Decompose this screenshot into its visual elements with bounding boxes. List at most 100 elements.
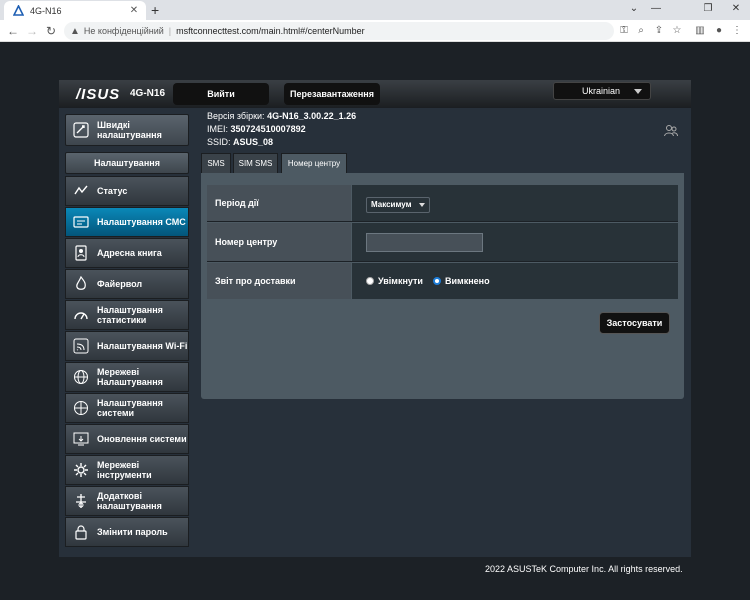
new-tab-button[interactable]: + — [151, 2, 159, 18]
profile-icon[interactable]: ● — [712, 24, 726, 38]
quick-setup-button[interactable]: Швидкі налаштування — [65, 114, 189, 146]
quick-setup-label: Швидкі налаштування — [97, 120, 162, 140]
tab-center-number[interactable]: Номер центру — [281, 153, 347, 173]
sidebar-item[interactable]: Адресна книга — [65, 238, 189, 268]
reload-icon[interactable]: ↻ — [43, 23, 59, 39]
maximize-icon[interactable]: ❐ — [698, 0, 718, 20]
period-label: Період дії — [207, 185, 351, 221]
sidebar-item[interactable]: Налаштування СМС — [65, 207, 189, 237]
sidepanel-icon[interactable]: ▥ — [693, 24, 707, 38]
device-info: Версія збірки: 4G-N16_3.00.22_1.26 IMEI:… — [207, 110, 356, 149]
sidebar-item-label: Мережеві Налаштування — [97, 367, 163, 387]
sidebar-item-label: Статус — [97, 186, 128, 196]
tab-favicon-icon — [12, 5, 24, 17]
ssid-value: ASUS_08 — [233, 137, 274, 147]
sidebar-item-label: Налаштування СМС — [97, 217, 186, 227]
report-off-radio[interactable]: Вимкнено — [433, 263, 490, 299]
firmware-label: Версія збірки: — [207, 111, 265, 121]
divider: | — [168, 26, 172, 36]
tab-sms[interactable]: SMS — [201, 153, 231, 173]
copyright-footer: 2022 ASUSTeK Computer Inc. All rights re… — [485, 564, 683, 574]
address-book-icon — [71, 243, 91, 263]
language-select[interactable]: Ukrainian — [553, 82, 651, 100]
settings-section-header: Налаштування — [65, 152, 189, 174]
sidebar-item-label: Налаштування Wi-Fi — [97, 341, 188, 351]
imei-value: 350724510007892 — [230, 124, 306, 134]
warning-icon[interactable]: ▲ — [70, 26, 80, 37]
zoom-icon[interactable]: ⌕ — [634, 24, 648, 38]
minimize-icon[interactable]: — — [646, 0, 666, 20]
router-page: /ISUS 4G-N16 Вийти Перезавантаження Ukra… — [0, 42, 750, 600]
sidebar-item-label: Налаштування системи — [97, 398, 163, 418]
report-on-radio[interactable]: Увімкнути — [366, 263, 423, 299]
statistics-icon — [71, 305, 91, 325]
update-icon — [71, 429, 91, 449]
sidebar-item[interactable]: Налаштування статистики — [65, 300, 189, 330]
sidebar-item-label: Додаткові налаштування — [97, 491, 162, 511]
report-off-label: Вимкнено — [445, 276, 490, 286]
center-number-input[interactable] — [366, 233, 483, 252]
dropdown-icon[interactable]: ⌄ — [624, 0, 644, 20]
period-select[interactable]: Максимум — [366, 197, 430, 213]
logout-button[interactable]: Вийти — [173, 83, 269, 105]
bookmark-star-icon[interactable]: ☆ — [670, 24, 684, 38]
network-icon — [71, 367, 91, 387]
center-number-panel: Період дії Максимум Номер центру Звіт пр… — [201, 173, 684, 399]
forward-icon[interactable]: → — [24, 23, 40, 39]
security-label: Не конфіденційний — [83, 26, 164, 36]
sidebar-item[interactable]: Мережеві інструменти — [65, 455, 189, 485]
close-window-icon[interactable]: ✕ — [726, 0, 746, 20]
radio-unchecked — [366, 277, 374, 285]
center-number-row: Номер центру — [207, 223, 678, 262]
report-on-label: Увімкнути — [378, 276, 423, 286]
share-icon[interactable]: ⇪ — [652, 24, 666, 38]
sidebar-item-label: Файервол — [97, 279, 143, 289]
center-number-form: Період дії Максимум Номер центру Звіт пр… — [207, 185, 678, 299]
tab-close-icon[interactable]: ✕ — [128, 5, 140, 17]
apply-button[interactable]: Застосувати — [599, 312, 670, 334]
firewall-icon — [71, 274, 91, 294]
firmware-value: 4G-N16_3.00.22_1.26 — [267, 111, 357, 121]
menu-icon[interactable]: ⋮ — [730, 24, 744, 38]
sidebar-item[interactable]: Додаткові налаштування — [65, 486, 189, 516]
chevron-down-icon — [419, 203, 425, 207]
url-text: msftconnecttest.com/main.html#/centerNum… — [176, 26, 365, 36]
advanced-icon — [71, 491, 91, 511]
radio-checked — [433, 277, 441, 285]
url-field[interactable]: ▲ Не конфіденційний | msftconnecttest.co… — [64, 22, 614, 40]
browser-tabbar: 4G-N16 ✕ + ⌄ — ❐ ✕ — [0, 0, 750, 20]
key-icon[interactable]: ⚿ — [617, 24, 631, 38]
router-frame: /ISUS 4G-N16 Вийти Перезавантаження Ukra… — [59, 80, 691, 557]
center-number-label: Номер центру — [207, 223, 351, 261]
chevron-down-icon — [634, 89, 642, 94]
router-header: /ISUS 4G-N16 Вийти Перезавантаження Ukra… — [59, 80, 691, 108]
status-icon — [71, 181, 91, 201]
asus-logo: /ISUS — [76, 86, 121, 103]
sidebar-item-label: Налаштування статистики — [97, 305, 163, 325]
browser-tab[interactable]: 4G-N16 ✕ — [4, 1, 146, 20]
users-icon[interactable] — [663, 124, 679, 138]
model-name: 4G-N16 — [130, 88, 166, 99]
tab-title: 4G-N16 — [30, 5, 62, 16]
delivery-report-row: Звіт про доставки Увімкнути Вимкнено — [207, 263, 678, 299]
system-icon — [71, 398, 91, 418]
sidebar-item[interactable]: Файервол — [65, 269, 189, 299]
sidebar-item-label: Оновлення системи — [97, 434, 187, 444]
sidebar-item-label: Мережеві інструменти — [97, 460, 152, 480]
period-value: Максимум — [371, 200, 412, 209]
back-icon[interactable]: ← — [5, 23, 21, 39]
quick-setup-icon — [71, 120, 91, 140]
sidebar-item[interactable]: Змінити пароль — [65, 517, 189, 547]
reboot-button[interactable]: Перезавантаження — [284, 83, 380, 105]
period-row: Період дії Максимум — [207, 185, 678, 222]
sidebar-item[interactable]: Оновлення системи — [65, 424, 189, 454]
sidebar-item[interactable]: Мережеві Налаштування — [65, 362, 189, 392]
sidebar-item[interactable]: Налаштування системи — [65, 393, 189, 423]
sidebar-item-label: Адресна книга — [97, 248, 162, 258]
sms-settings-icon — [71, 212, 91, 232]
wifi-icon — [71, 336, 91, 356]
ssid-label: SSID: — [207, 137, 231, 147]
tab-sim-sms[interactable]: SIM SMS — [233, 153, 278, 173]
sidebar-item[interactable]: Статус — [65, 176, 189, 206]
sidebar-item[interactable]: Налаштування Wi-Fi — [65, 331, 189, 361]
